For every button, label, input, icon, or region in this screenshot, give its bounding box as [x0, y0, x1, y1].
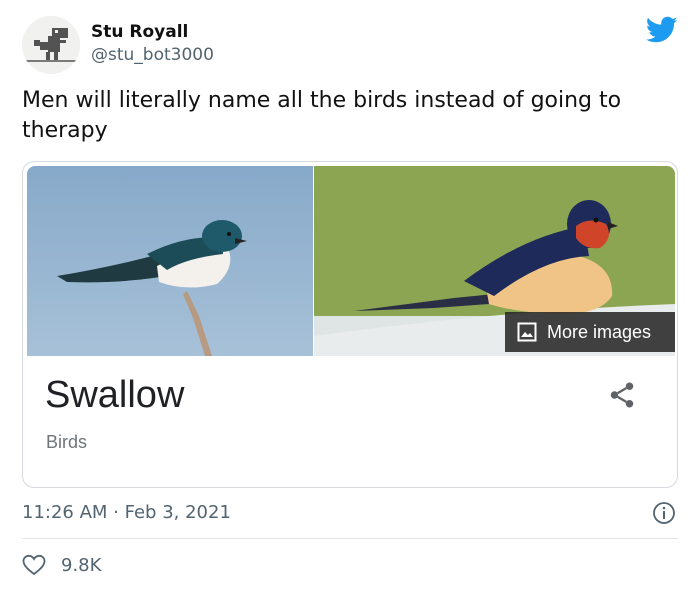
more-images-button[interactable]: More images [505, 312, 675, 352]
share-icon[interactable] [607, 380, 637, 410]
swallow-image-left[interactable] [27, 166, 313, 356]
link-card[interactable]: More images Swallow Birds [22, 161, 678, 488]
card-subtitle: Birds [46, 432, 88, 452]
tweet-text: Men will literally name all the birds in… [22, 88, 622, 143]
author-handle[interactable]: @stu_bot3000 [91, 45, 214, 65]
tweet-timestamp[interactable]: 11:26 AM · Feb 3, 2021 [22, 502, 231, 523]
like-count[interactable]: 9.8K [61, 555, 101, 576]
info-icon[interactable] [652, 501, 676, 525]
more-images-label: More images [547, 321, 652, 342]
image-icon [517, 322, 537, 342]
dino-avatar-image [22, 16, 80, 74]
avatar[interactable] [22, 16, 80, 74]
heart-icon[interactable] [22, 554, 46, 576]
card-title: Swallow [45, 374, 185, 416]
twitter-bird-icon[interactable] [646, 16, 678, 44]
divider [22, 538, 678, 539]
author-name[interactable]: Stu Royall [91, 22, 188, 42]
